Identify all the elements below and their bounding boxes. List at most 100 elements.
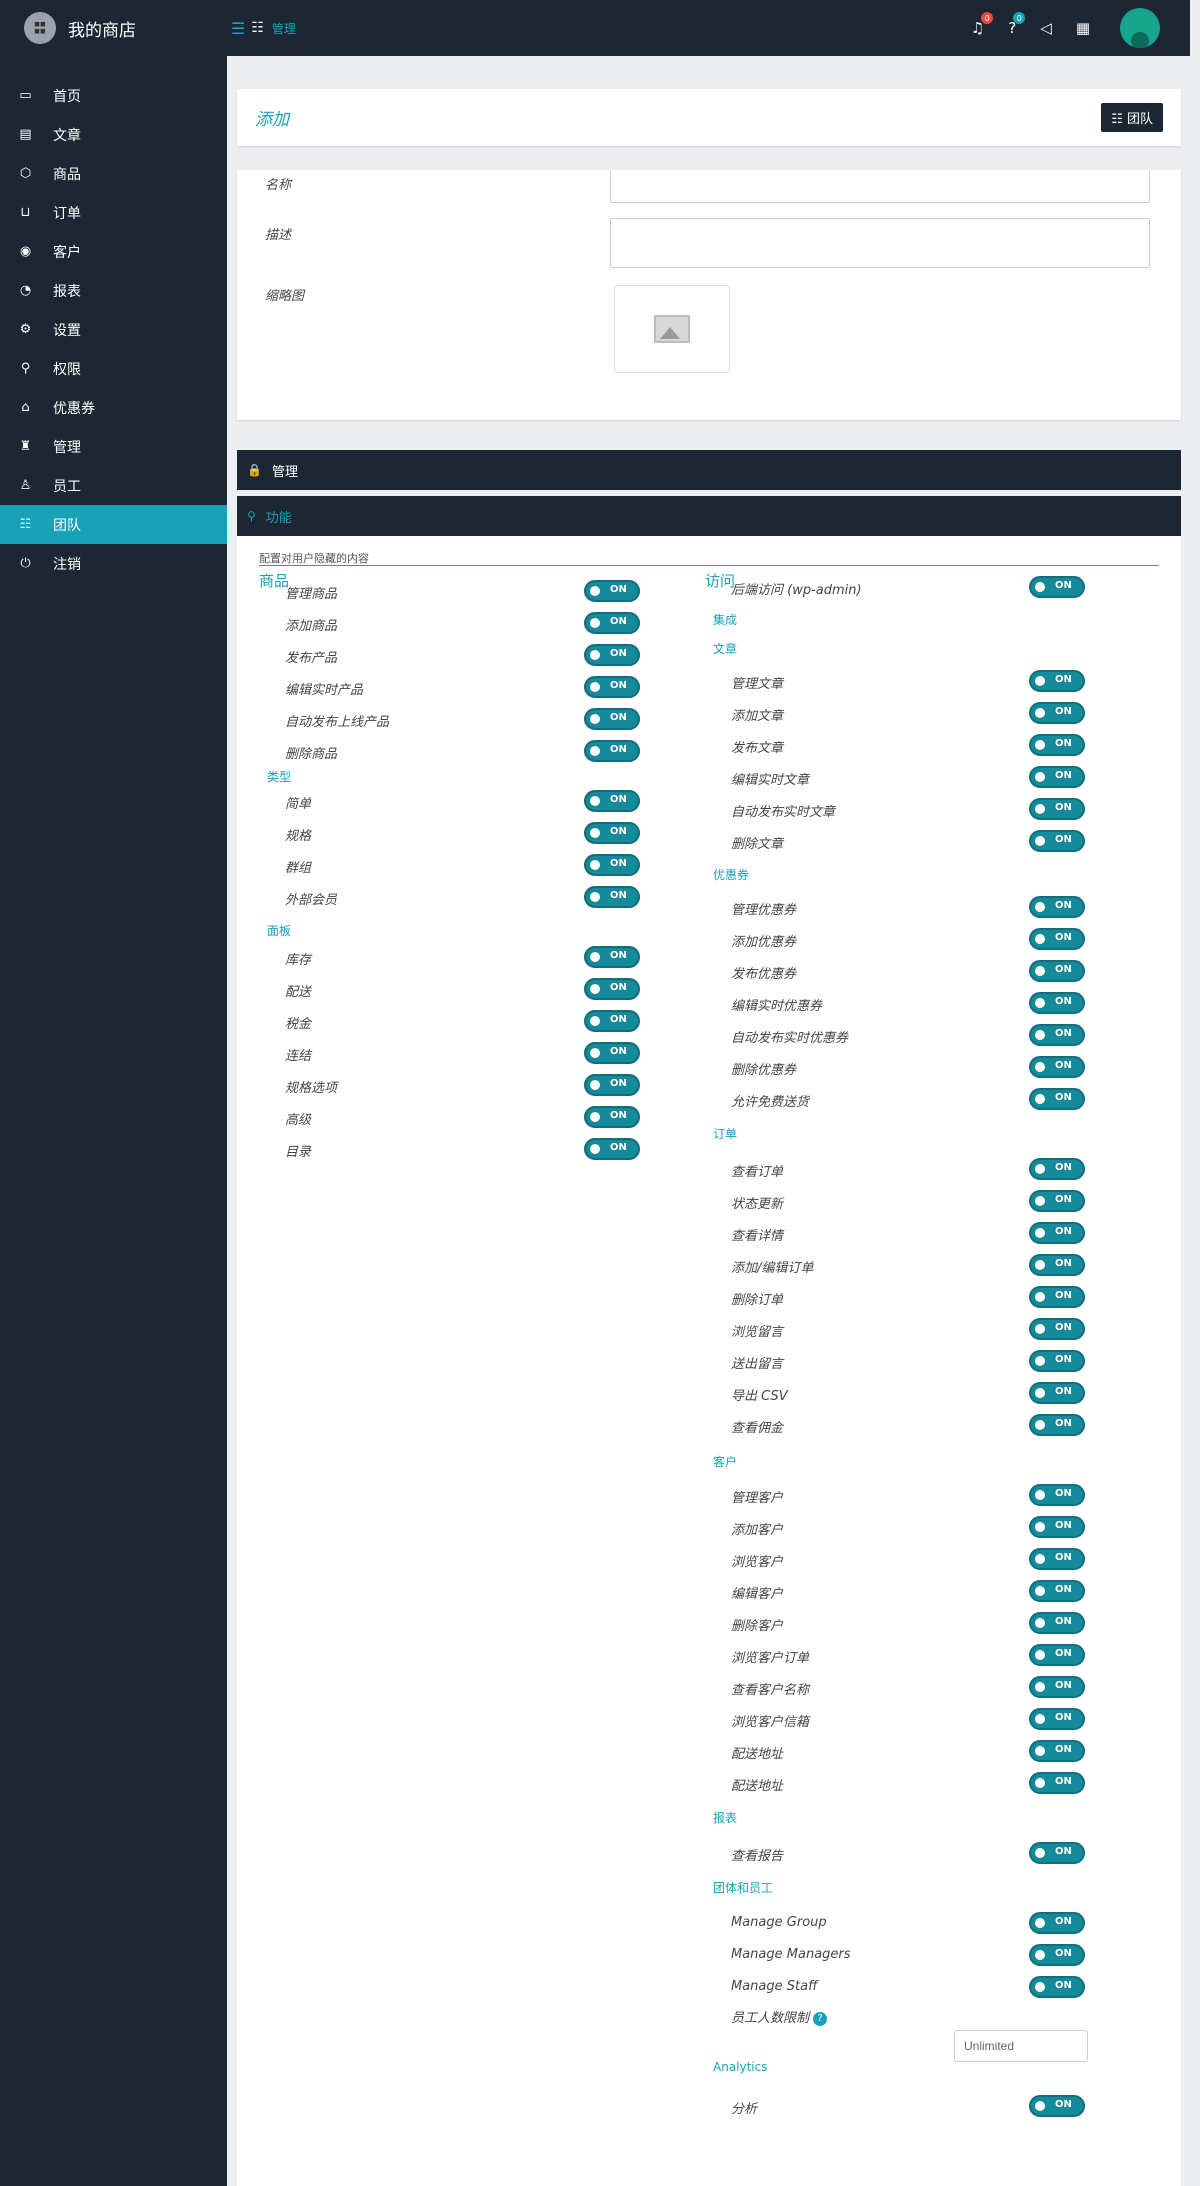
permission-toggle[interactable]: ON <box>1029 1056 1085 1078</box>
sidebar-item[interactable]: ▤ 文章 <box>0 115 227 154</box>
permission-toggle[interactable]: ON <box>1029 734 1085 756</box>
permission-toggle[interactable]: ON <box>1029 960 1085 982</box>
permission-toggle[interactable]: ON <box>1029 1516 1085 1538</box>
sidebar-item[interactable]: ⚲ 权限 <box>0 349 227 388</box>
permission-toggle[interactable]: ON <box>1029 1088 1085 1110</box>
permission-toggle[interactable]: ON <box>1029 830 1085 852</box>
toggle-state: ON <box>1055 1776 1072 1787</box>
megaphone-icon[interactable]: ◁ <box>1040 19 1052 37</box>
bell-icon[interactable]: ♫ 0 <box>971 12 994 37</box>
permission-toggle[interactable]: ON <box>1029 798 1085 820</box>
permission-toggle[interactable]: ON <box>1029 1912 1085 1934</box>
staff-limit-input[interactable] <box>954 2030 1088 2062</box>
permission-toggle[interactable]: ON <box>1029 1944 1085 1966</box>
permission-toggle[interactable]: ON <box>584 790 640 812</box>
toggle-knob <box>590 746 600 756</box>
permission-toggle[interactable]: ON <box>1029 992 1085 1014</box>
sidebar-item[interactable]: ⏻ 注销 <box>0 544 227 583</box>
breadcrumb[interactable]: 管理 <box>272 20 296 37</box>
permission-toggle[interactable]: ON <box>1029 1158 1085 1180</box>
permissions-caption: 配置对用户隐藏的内容 <box>259 552 369 565</box>
team-button[interactable]: ☷ 团队 <box>1101 103 1163 132</box>
permission-toggle[interactable]: ON <box>584 946 640 968</box>
power-icon: ⏻ <box>20 556 31 571</box>
manage-section-bar[interactable]: 🔒 管理 <box>237 450 1181 490</box>
permission-toggle[interactable]: ON <box>1029 1350 1085 1372</box>
sidebar-item[interactable]: ⚙ 设置 <box>0 310 227 349</box>
permission-toggle[interactable]: ON <box>1029 2095 1085 2117</box>
permission-label: 管理优惠券 <box>731 903 797 918</box>
cart-icon: ⊔ <box>20 205 31 220</box>
permission-toggle[interactable]: ON <box>1029 576 1085 598</box>
permission-toggle[interactable]: ON <box>1029 1382 1085 1404</box>
permission-toggle[interactable]: ON <box>584 822 640 844</box>
permission-toggle[interactable]: ON <box>1029 1024 1085 1046</box>
sidebar-item[interactable]: ▭ 首页 <box>0 76 227 115</box>
sidebar-item[interactable]: ⬡ 商品 <box>0 154 227 193</box>
permission-label: 删除优惠券 <box>731 1063 797 1078</box>
permission-toggle[interactable]: ON <box>584 708 640 730</box>
sidebar-item[interactable]: ⌂ 优惠券 <box>0 388 227 427</box>
sidebar-item[interactable]: ⊔ 订单 <box>0 193 227 232</box>
permission-toggle[interactable]: ON <box>1029 1708 1085 1730</box>
menu-toggle-icon[interactable]: ☰ <box>231 19 245 38</box>
permission-toggle[interactable]: ON <box>1029 1842 1085 1864</box>
permission-toggle[interactable]: ON <box>584 1106 640 1128</box>
permission-toggle[interactable]: ON <box>1029 1772 1085 1794</box>
permission-toggle[interactable]: ON <box>1029 1286 1085 1308</box>
permission-toggle[interactable]: ON <box>1029 928 1085 950</box>
help-icon[interactable]: ? 0 <box>1008 12 1026 37</box>
help-icon[interactable]: ? <box>813 2011 828 2026</box>
permission-toggle[interactable]: ON <box>1029 1484 1085 1506</box>
permission-toggle[interactable]: ON <box>1029 1644 1085 1666</box>
avatar[interactable] <box>1120 8 1160 48</box>
sidebar-item[interactable]: ◔ 报表 <box>0 271 227 310</box>
toggle-knob <box>1035 1586 1045 1596</box>
name-field[interactable] <box>610 170 1150 203</box>
thumbnail-upload[interactable] <box>614 285 730 373</box>
toggle-state: ON <box>1055 1226 1072 1237</box>
permission-toggle[interactable]: ON <box>1029 1676 1085 1698</box>
permission-toggle[interactable]: ON <box>584 676 640 698</box>
permission-toggle[interactable]: ON <box>1029 1612 1085 1634</box>
permission-toggle[interactable]: ON <box>1029 1318 1085 1340</box>
permission-toggle[interactable]: ON <box>1029 766 1085 788</box>
toggle-state: ON <box>1055 834 1072 845</box>
toggle-knob <box>1035 1030 1045 1040</box>
toggle-knob <box>1035 804 1045 814</box>
sidebar-item[interactable]: ♜ 管理 <box>0 427 227 466</box>
toggle-state: ON <box>1055 1552 1072 1563</box>
permission-toggle[interactable]: ON <box>1029 1414 1085 1436</box>
sidebar-item[interactable]: ♙ 员工 <box>0 466 227 505</box>
calculator-icon[interactable]: ▦ <box>1076 19 1090 37</box>
permission-toggle[interactable]: ON <box>584 644 640 666</box>
sidebar-item[interactable]: ☷ 团队 <box>0 505 227 544</box>
permission-toggle[interactable]: ON <box>584 740 640 762</box>
permission-toggle[interactable]: ON <box>1029 1976 1085 1998</box>
description-field[interactable] <box>610 218 1150 268</box>
permission-toggle[interactable]: ON <box>584 978 640 1000</box>
permission-toggle[interactable]: ON <box>584 1138 640 1160</box>
permission-toggle[interactable]: ON <box>1029 1548 1085 1570</box>
brand[interactable]: ◼◼ ◼◼ 我的商店 <box>0 0 227 56</box>
sidebar-item[interactable]: ◉ 客户 <box>0 232 227 271</box>
permission-toggle[interactable]: ON <box>584 1010 640 1032</box>
permission-toggle[interactable]: ON <box>584 886 640 908</box>
permission-toggle[interactable]: ON <box>1029 1254 1085 1276</box>
permission-toggle[interactable]: ON <box>1029 670 1085 692</box>
permission-toggle[interactable]: ON <box>584 612 640 634</box>
permission-toggle[interactable]: ON <box>584 580 640 602</box>
permission-toggle[interactable]: ON <box>1029 702 1085 724</box>
permission-toggle[interactable]: ON <box>584 1042 640 1064</box>
permission-toggle[interactable]: ON <box>1029 1222 1085 1244</box>
permission-label: 简单 <box>285 797 312 812</box>
permission-toggle[interactable]: ON <box>584 1074 640 1096</box>
permission-toggle[interactable]: ON <box>1029 1580 1085 1602</box>
permission-toggle[interactable]: ON <box>1029 896 1085 918</box>
toggle-state: ON <box>1055 770 1072 781</box>
features-section-bar[interactable]: ⚲ 功能 <box>237 496 1181 536</box>
pie-chart-icon: ◔ <box>19 283 32 298</box>
permission-toggle[interactable]: ON <box>584 854 640 876</box>
permission-toggle[interactable]: ON <box>1029 1740 1085 1762</box>
permission-toggle[interactable]: ON <box>1029 1190 1085 1212</box>
